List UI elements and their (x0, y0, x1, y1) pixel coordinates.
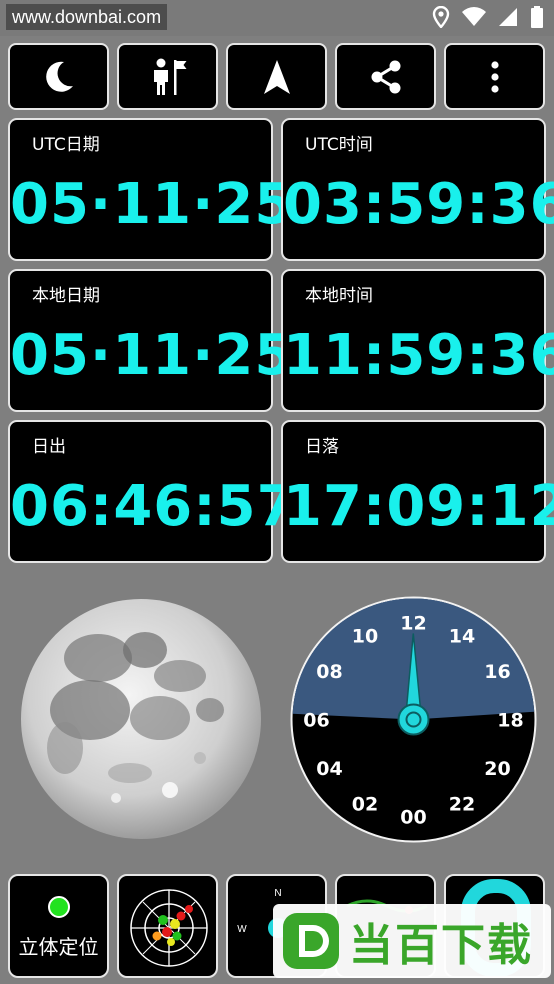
stereo-position-button[interactable]: 立体定位 (8, 874, 109, 978)
compass-north-label: N (274, 888, 281, 899)
battery-icon (531, 6, 543, 28)
moon-phase-image (21, 599, 261, 839)
brand-watermark: 当百下载 (273, 904, 551, 978)
dial-hour-label: 16 (484, 661, 510, 683)
fix-status-dot (48, 896, 70, 918)
satellite-radar-icon (130, 889, 208, 967)
local-time-card[interactable]: 本地时间 11:59:36 (281, 269, 554, 412)
utc-time-card[interactable]: UTC时间 03:59:36 (281, 118, 554, 261)
local-date-value: 05·11·25 (10, 323, 295, 388)
moon-icon (45, 61, 73, 92)
satellite-sky-button[interactable] (117, 874, 218, 978)
stereo-position-label: 立体定位 (18, 935, 99, 959)
sunrise-card[interactable]: 日出 06:46:57 (8, 420, 297, 563)
watermark: www.downbai.com (6, 4, 168, 30)
navigation-button[interactable] (226, 43, 327, 110)
status-bar: www.downbai.com (0, 0, 554, 36)
navigation-arrow-icon (263, 59, 290, 94)
signal-icon (499, 8, 517, 26)
dial-hour-label: 02 (352, 794, 378, 816)
person-flag-icon (153, 58, 186, 95)
utc-date-card[interactable]: UTC日期 05·11·25 (8, 118, 295, 261)
night-mode-button[interactable] (8, 43, 109, 110)
utc-date-label: UTC日期 (32, 135, 100, 155)
dial-hour-label: 04 (316, 758, 342, 780)
share-button[interactable] (335, 43, 436, 110)
person-flag-button[interactable] (117, 43, 218, 110)
location-icon (432, 6, 450, 28)
share-icon (371, 60, 400, 93)
status-icons (432, 6, 544, 28)
utc-date-value: 05·11·25 (10, 172, 295, 237)
day-night-dial: 12 14 16 18 20 22 00 02 04 06 08 10 (290, 596, 537, 843)
more-vertical-icon (490, 60, 499, 93)
dial-hour-label: 08 (316, 661, 342, 683)
dial-hour-label: 18 (497, 710, 523, 732)
sunset-label: 日落 (305, 437, 339, 457)
more-menu-button[interactable] (444, 43, 545, 110)
local-time-value: 11:59:36 (283, 323, 554, 388)
sunrise-value: 06:46:57 (10, 474, 297, 539)
dial-hour-label: 06 (303, 710, 329, 732)
brand-text: 当百下载 (349, 920, 533, 971)
brand-logo-icon (283, 913, 339, 969)
dial-hour-label: 00 (400, 807, 426, 829)
compass-west-label: W (237, 924, 247, 935)
dial-hour-label: 22 (449, 794, 475, 816)
sunset-value: 17:09:12 (283, 474, 554, 539)
dial-hour-label: 14 (449, 625, 475, 647)
dial-hour-label: 20 (484, 758, 510, 780)
sunset-card[interactable]: 日落 17:09:12 (281, 420, 554, 563)
wifi-icon (462, 7, 486, 27)
utc-time-label: UTC时间 (305, 135, 373, 155)
local-date-label: 本地日期 (32, 286, 100, 306)
toolbar (8, 43, 546, 110)
dial-hour-label: 12 (400, 613, 426, 635)
sunrise-label: 日出 (32, 437, 66, 457)
local-date-card[interactable]: 本地日期 05·11·25 (8, 269, 295, 412)
needle-hub (397, 703, 430, 736)
utc-time-value: 03:59:36 (283, 172, 554, 237)
dial-hour-label: 10 (352, 625, 378, 647)
local-time-label: 本地时间 (305, 286, 373, 306)
